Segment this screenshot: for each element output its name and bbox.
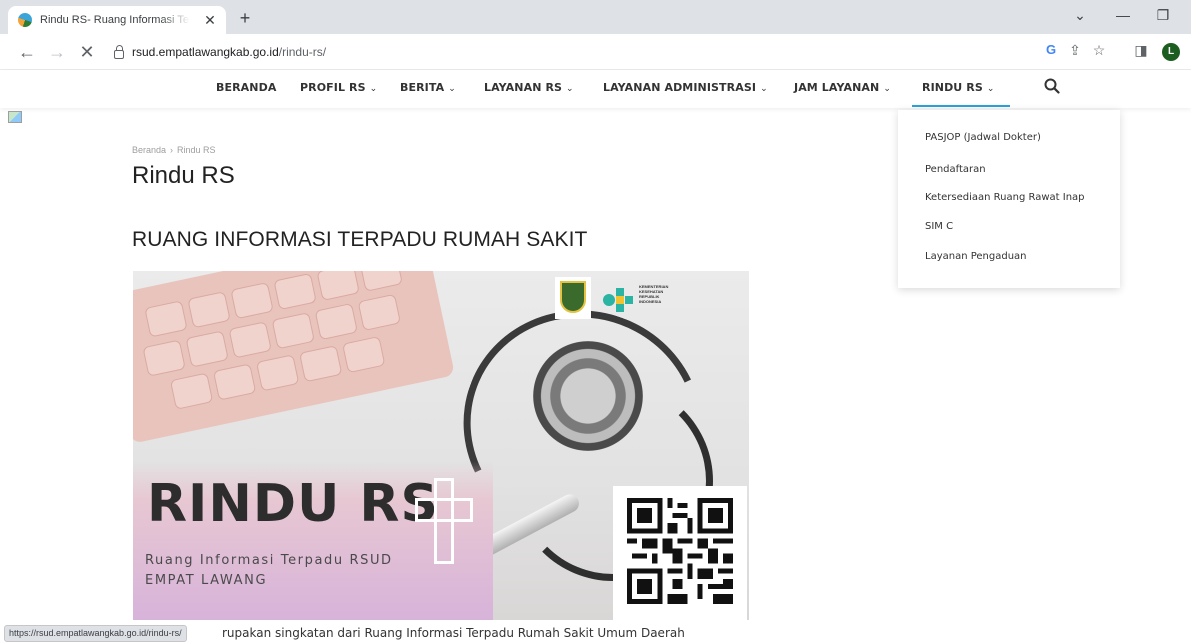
- nav-item-layanan-rs[interactable]: LAYANAN RS ⌄: [484, 81, 574, 94]
- url-domain: rsud.empatlawangkab.go.id: [132, 45, 279, 59]
- chevron-down-icon: ⌄: [760, 84, 768, 94]
- section-heading: RUANG INFORMASI TERPADU RUMAH SAKIT: [132, 228, 588, 251]
- restore-icon[interactable]: ❐: [1150, 7, 1176, 24]
- breadcrumb-separator-icon: ›: [170, 145, 174, 155]
- dropdown-item-pasjop[interactable]: PASJOP (Jadwal Dokter): [925, 132, 1041, 143]
- keyboard-illustration: [133, 271, 455, 444]
- broken-image-icon: [8, 111, 22, 123]
- new-tab-icon[interactable]: +: [233, 8, 257, 29]
- qr-code: [613, 486, 747, 620]
- url-path: /rindu-rs/: [278, 45, 327, 59]
- chevron-down-icon: ⌄: [986, 84, 995, 94]
- tab-title: Rindu RS- Ruang Informasi Terpa: [40, 14, 190, 26]
- profile-avatar[interactable]: L: [1162, 43, 1180, 61]
- tab-search-chevron-icon[interactable]: ⌄: [1067, 7, 1093, 24]
- chevron-down-icon: ⌄: [883, 84, 891, 94]
- nav-item-layanan-administrasi[interactable]: LAYANAN ADMINISTRASI ⌄: [603, 81, 768, 94]
- google-lens-icon[interactable]: G: [1040, 42, 1062, 57]
- chevron-down-icon: ⌄: [369, 84, 378, 94]
- chevron-down-icon: ⌄: [448, 84, 456, 94]
- medical-cross-icon: [415, 478, 473, 564]
- browser-toolbar: ← → ✕ rsud.empatlawangkab.go.id/rindu-rs…: [0, 34, 1191, 70]
- banner-title: RINDU RS: [147, 474, 439, 534]
- page-title: Rindu RS: [132, 162, 235, 189]
- stethoscope-chestpiece-icon: [533, 341, 643, 451]
- link-status-bubble: https://rsud.empatlawangkab.go.id/rindu-…: [4, 625, 187, 642]
- dropdown-item-sim-c[interactable]: SIM C: [925, 221, 953, 232]
- search-icon[interactable]: [1044, 78, 1060, 99]
- nav-item-berita[interactable]: BERITA ⌄: [400, 81, 456, 94]
- browser-tab[interactable]: Rindu RS- Ruang Informasi Terpa ✕: [8, 6, 226, 34]
- share-icon[interactable]: ⇪: [1064, 42, 1086, 59]
- breadcrumb: Beranda › Rindu RS: [132, 145, 216, 155]
- breadcrumb-current: Rindu RS: [177, 145, 216, 155]
- empat-lawang-logo: [555, 277, 591, 319]
- back-icon[interactable]: ←: [16, 41, 38, 63]
- lock-icon[interactable]: [114, 44, 124, 59]
- dropdown-item-layanan-pengaduan[interactable]: Layanan Pengaduan: [925, 251, 1027, 262]
- site-navbar: BERANDA PROFIL RS ⌄ BERITA ⌄ LAYANAN RS ⌄ L…: [0, 70, 1191, 108]
- rindu-rs-dropdown-menu: PASJOP (Jadwal Dokter) Pendaftaran Keter…: [898, 110, 1120, 288]
- dropdown-item-pendaftaran[interactable]: Pendaftaran: [925, 164, 986, 175]
- close-tab-icon[interactable]: ✕: [202, 12, 218, 29]
- active-nav-underline: [912, 105, 1010, 107]
- browser-tabstrip: Rindu RS- Ruang Informasi Terpa ✕ + ⌄ — …: [0, 0, 1191, 34]
- kemenkes-logo-text: KEMENTERIAN KESEHATAN REPUBLIK INDONESIA: [639, 284, 669, 304]
- side-panel-icon[interactable]: ◨: [1130, 42, 1152, 59]
- dropdown-item-ketersediaan-ruang[interactable]: Ketersediaan Ruang Rawat Inap: [925, 192, 1085, 203]
- nav-item-rindu-rs[interactable]: RINDU RS ⌄: [922, 81, 995, 94]
- nav-item-profil-rs[interactable]: PROFIL RS ⌄: [300, 81, 377, 94]
- stop-loading-icon[interactable]: ✕: [76, 41, 98, 63]
- site-favicon-icon: [18, 13, 32, 27]
- rindu-rs-banner-image: KEMENTERIAN KESEHATAN REPUBLIK INDONESIA…: [133, 271, 749, 620]
- chevron-down-icon: ⌄: [566, 84, 574, 94]
- address-bar[interactable]: rsud.empatlawangkab.go.id/rindu-rs/: [110, 38, 1030, 66]
- banner-subtitle: Ruang Informasi Terpadu RSUD EMPAT LAWAN…: [145, 553, 393, 588]
- breadcrumb-home-link[interactable]: Beranda: [132, 145, 166, 155]
- minimize-icon[interactable]: —: [1110, 7, 1136, 23]
- nav-item-jam-layanan[interactable]: JAM LAYANAN ⌄: [794, 81, 891, 94]
- qr-code-icon: [627, 498, 733, 604]
- forward-icon[interactable]: →: [46, 41, 68, 63]
- bookmark-star-icon[interactable]: ☆: [1088, 42, 1110, 59]
- intro-paragraph: rupakan singkatan dari Ruang Informasi T…: [222, 626, 685, 640]
- nav-item-beranda[interactable]: BERANDA: [216, 81, 276, 94]
- kemenkes-logo: KEMENTERIAN KESEHATAN REPUBLIK INDONESIA: [601, 281, 721, 321]
